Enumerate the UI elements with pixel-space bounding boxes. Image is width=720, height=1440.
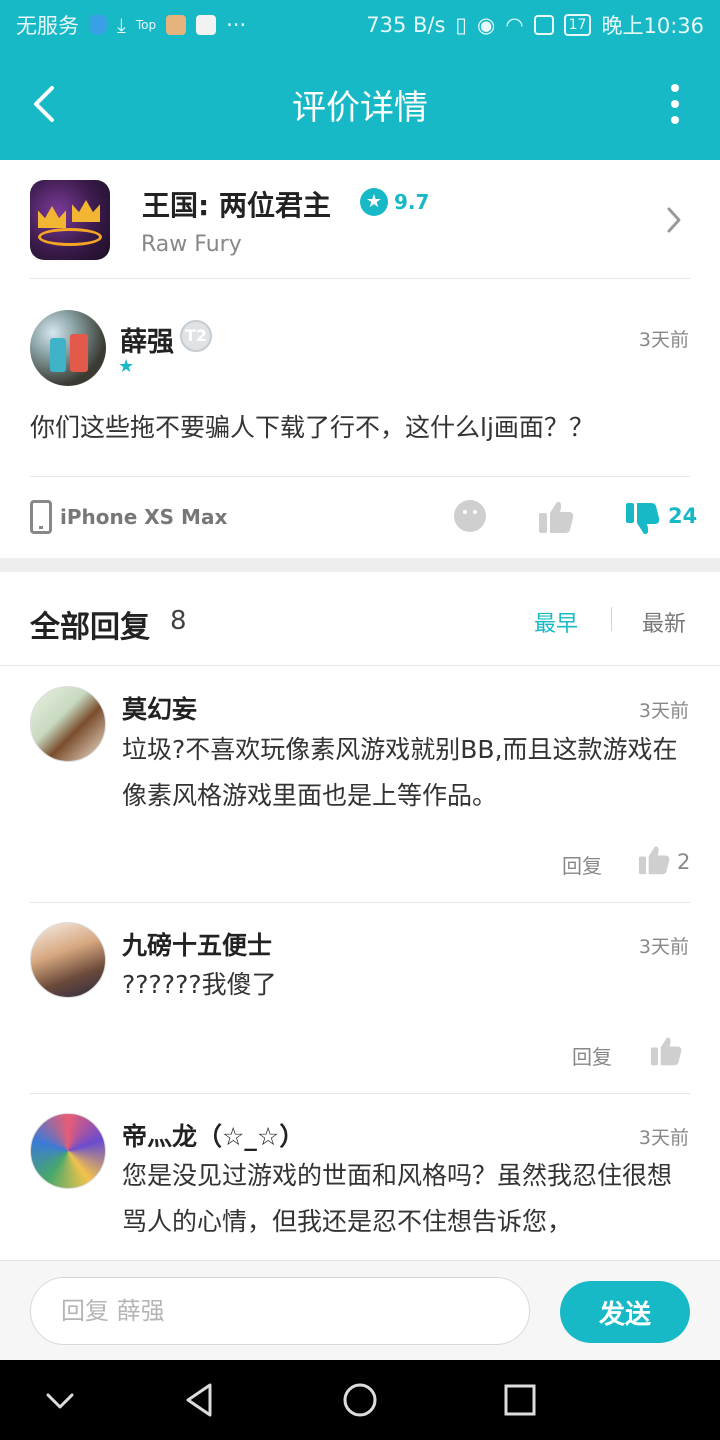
nav-recents-icon[interactable] [500,1380,540,1420]
divider [30,1093,690,1094]
shield-icon [89,15,107,35]
net-speed: 735 B/s [366,13,446,37]
review-text: 你们这些拖不要骗人下载了行不，这什么lj画面？？ [30,413,594,442]
reply-author[interactable]: 莫幻妄 [122,690,197,726]
replies-title: 全部回复 [30,610,150,645]
page-title: 评价详情 [292,88,428,128]
sort-separator [611,607,612,631]
user-star-icon: ★ [118,356,135,377]
more-vertical-icon[interactable] [670,84,680,124]
clock: 晚上10:36 [601,14,704,38]
thumbs-up-icon[interactable] [638,844,670,876]
thumbs-down-icon[interactable] [626,502,660,536]
nav-down-icon[interactable] [40,1380,80,1420]
thumbs-up-icon[interactable] [650,1035,682,1067]
reviewer-avatar[interactable] [30,310,106,386]
reply-text: 垃圾?不喜欢玩像素风游戏就别BB,而且这款游戏在像素风格游戏里面也是上等作品。 [122,735,678,810]
app-notification-icon-2 [196,15,217,35]
dislike-count: 24 [668,504,698,528]
game-icon [30,180,110,260]
send-button[interactable]: 发送 [560,1281,690,1343]
divider [30,278,690,279]
reply-text: ??????我傻了 [122,970,277,999]
carrier-label: 无服务 [16,14,79,38]
reply-input[interactable] [30,1277,530,1345]
more-notifications-icon: ··· [226,13,247,37]
review-time: 3天前 [638,329,689,351]
section-separator [0,558,720,572]
thumbs-up-icon[interactable] [538,500,574,534]
reply-author[interactable]: 九磅十五便士 [122,926,272,962]
chevron-right-icon [667,207,681,233]
phone-icon [30,500,52,534]
reply-button[interactable]: 回复 [572,1041,612,1070]
download-icon: ⤓ [117,13,126,37]
nav-home-icon[interactable] [340,1380,380,1420]
battery-icon: 17 [563,14,592,36]
reply-time: 3天前 [638,700,689,722]
alert-icon [533,15,554,35]
reply-avatar[interactable] [30,922,106,998]
device-info: iPhone XS Max [30,500,227,534]
game-title: 王国: 两位君主 [142,189,331,222]
status-bar: 无服务 ⤓ Top ··· 735 B/s ▯ ◉ ◠ 17 晚上10:36 [0,0,720,50]
reply-avatar[interactable] [30,1113,106,1189]
reviewer-name[interactable]: 薛强 [120,320,174,359]
game-rating: ★ 9.7 [360,188,429,216]
emoji-icon[interactable] [454,500,486,532]
wifi-icon: ◠ [505,13,524,37]
game-info-row[interactable]: 王国: 两位君主 ★ 9.7 Raw Fury [0,160,720,280]
reply-text: 您是没见过游戏的世面和风格吗？虽然我忍住很想骂人的心情，但我还是忍不住想告诉您， [122,1161,673,1236]
reply-author[interactable]: 帝灬龙（☆_☆） [122,1117,304,1153]
eye-icon: ◉ [476,13,496,37]
app-header: 评价详情 [0,50,720,160]
nav-back-icon[interactable] [180,1380,220,1420]
app-notification-icon [166,15,187,35]
rating-value: 9.7 [394,190,430,214]
reply-like-count: 2 [677,850,691,874]
reply-input-bar: 发送 [0,1260,720,1360]
vibrate-icon: ▯ [455,13,467,37]
divider [30,476,690,477]
reply-time: 3天前 [638,936,689,958]
game-developer: Raw Fury [141,232,242,257]
sort-newest-button[interactable]: 最新 [642,606,686,638]
divider [30,902,690,903]
sort-earliest-button[interactable]: 最早 [534,606,578,638]
top-app-label: Top [135,18,157,32]
reply-avatar[interactable] [30,686,106,762]
rating-star-icon: ★ [360,188,388,216]
replies-count: 8 [170,606,187,636]
divider [0,665,720,666]
device-name: iPhone XS Max [60,505,228,529]
reply-button[interactable]: 回复 [562,850,602,879]
system-nav-bar [0,1360,720,1440]
reply-time: 3天前 [638,1127,689,1149]
level-badge-icon: T2 [180,320,212,352]
